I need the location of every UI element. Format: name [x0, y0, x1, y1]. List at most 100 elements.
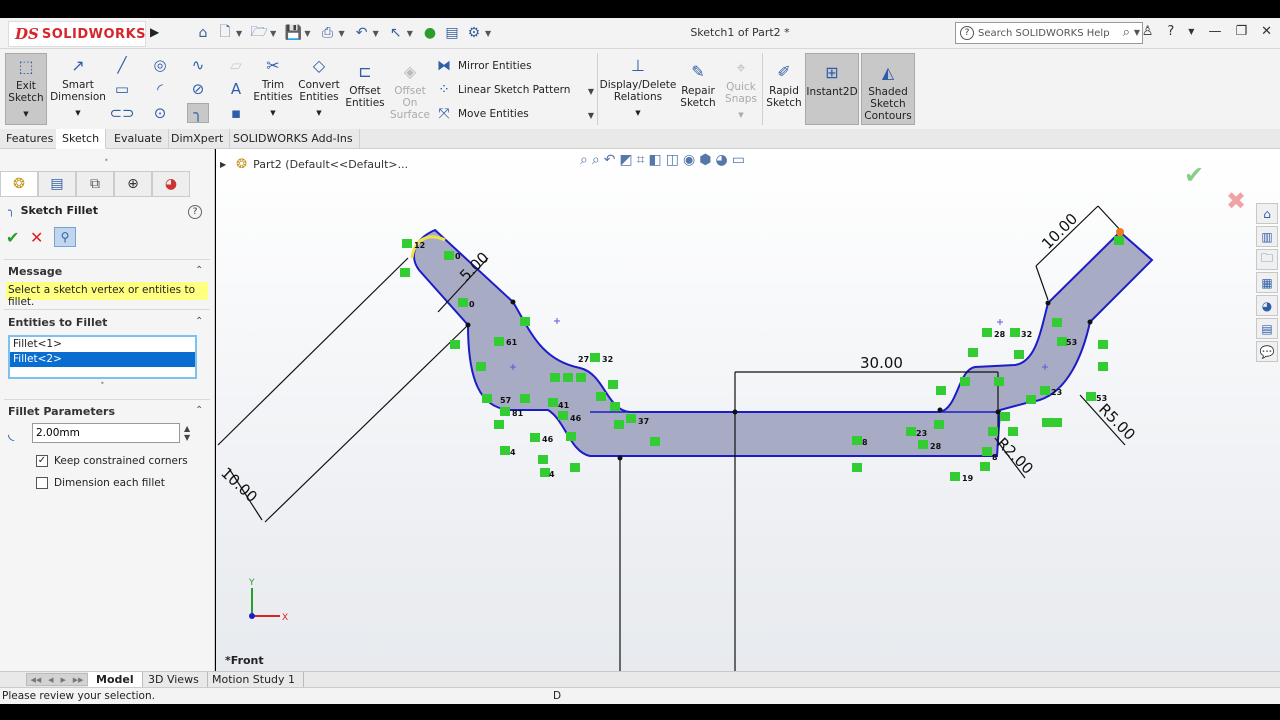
save-icon[interactable]: 💾: [282, 22, 304, 44]
help-search-box[interactable]: ? Search SOLIDWORKS Help ⌕ ▼: [955, 22, 1143, 44]
repair-sketch-button[interactable]: ✎ Repair Sketch: [678, 61, 718, 110]
ok-check-icon[interactable]: ✔: [6, 228, 24, 247]
dimension-each-checkbox[interactable]: [36, 477, 48, 489]
traffic-light-icon[interactable]: ●: [419, 22, 441, 44]
chevron-down-icon[interactable]: ▼: [75, 107, 80, 119]
point-icon[interactable]: ▪: [225, 103, 247, 123]
search-icon[interactable]: ⌕: [1123, 25, 1130, 40]
restore-icon[interactable]: ❐: [1235, 24, 1247, 39]
help-question-icon[interactable]: ?: [1167, 24, 1174, 39]
home-icon[interactable]: ⌂: [192, 22, 214, 44]
list-resize-grip[interactable]: •: [100, 379, 105, 388]
surface-icon[interactable]: ▱: [225, 55, 247, 75]
sketch-canvas[interactable]: 12 0 0 61 57 81 41 46 46 4 4 37 27 32 28…: [216, 149, 1280, 671]
exit-sketch-button[interactable]: ⬚ Exit Sketch ▼: [5, 53, 47, 125]
highlight-vertex[interactable]: [1116, 228, 1124, 236]
tab-3d-views[interactable]: 3D Views: [140, 672, 208, 687]
tab-scroll-arrows[interactable]: ◀◀ ◀ ▶ ▶▶: [26, 673, 88, 686]
chevron-down-icon[interactable]: ▼: [580, 105, 602, 125]
spline-icon[interactable]: ∿: [187, 55, 209, 75]
tab-model[interactable]: Model: [88, 672, 143, 687]
arc-icon[interactable]: ◜: [149, 79, 171, 99]
chevron-down-icon[interactable]: ▼: [485, 29, 491, 38]
dimension-each-row[interactable]: Dimension each fillet: [36, 477, 165, 489]
print-icon[interactable]: ⎙: [316, 22, 338, 44]
chevron-down-icon[interactable]: ▼: [236, 29, 242, 38]
select-cursor-icon[interactable]: ↖: [385, 22, 407, 44]
chevron-down-icon[interactable]: ▼: [270, 107, 275, 119]
tab-evaluate[interactable]: Evaluate: [108, 129, 170, 149]
trim-entities-button[interactable]: ✂ Trim Entities ▼: [252, 55, 294, 119]
message-group-title[interactable]: Message: [8, 265, 62, 278]
chevron-down-icon[interactable]: ▼: [1188, 27, 1194, 36]
chevron-down-icon[interactable]: ▼: [635, 107, 640, 119]
options-gear-icon[interactable]: ⚙: [463, 22, 485, 44]
configuration-manager-icon[interactable]: ⧉: [76, 171, 114, 197]
file-properties-icon[interactable]: ▤: [441, 22, 463, 44]
undo-icon[interactable]: ↶: [351, 22, 373, 44]
tab-addins[interactable]: SOLIDWORKS Add-Ins: [227, 129, 360, 149]
close-icon[interactable]: ✕: [1261, 24, 1272, 39]
keep-corners-row[interactable]: ✓ Keep constrained corners: [36, 455, 188, 467]
shaded-sketch-contours-button[interactable]: ◭ Shaded Sketch Contours: [861, 53, 915, 125]
mirror-entities-button[interactable]: ⧓ Mirror Entities: [434, 58, 532, 74]
move-entities-button[interactable]: ⤧ Move Entities: [434, 106, 528, 122]
user-icon[interactable]: ♙: [1142, 24, 1154, 39]
quick-snaps-button[interactable]: ⌖ Quick Snaps ▼: [722, 57, 760, 121]
offset-on-surface-button[interactable]: ◈ Offset On Surface: [390, 61, 430, 122]
display-manager-icon[interactable]: ◕: [152, 171, 190, 197]
cancel-x-icon[interactable]: ✕: [30, 228, 48, 247]
panel-grip[interactable]: •: [104, 156, 109, 165]
chevron-down-icon[interactable]: ▼: [23, 108, 28, 120]
menu-expand-icon[interactable]: ▶: [150, 25, 159, 39]
tab-sketch[interactable]: Sketch: [56, 129, 107, 149]
chevron-up-icon[interactable]: ⌃: [195, 316, 203, 327]
polygon-icon[interactable]: ⊙: [149, 103, 171, 123]
entities-group-title[interactable]: Entities to Fillet: [8, 316, 107, 329]
dimxpert-manager-icon[interactable]: ⊕: [114, 171, 152, 197]
graphics-area[interactable]: ▶ ❂ Part2 (Default<<Default>... ⌕ ⌕ ↶ ◩ …: [216, 149, 1280, 671]
solidworks-logo[interactable]: DS SOLIDWORKS: [8, 21, 146, 47]
text-icon[interactable]: A: [225, 79, 247, 99]
chevron-down-icon[interactable]: ▼: [304, 29, 310, 38]
instant2d-button[interactable]: ⊞ Instant2D: [805, 53, 859, 125]
chevron-up-icon[interactable]: ⌃: [195, 405, 203, 416]
chevron-down-icon[interactable]: ▼: [407, 29, 413, 38]
sketch-fillet-icon[interactable]: ╮: [187, 103, 209, 123]
tab-features[interactable]: Features: [0, 129, 61, 149]
minimize-icon[interactable]: —: [1208, 24, 1221, 39]
sketch-profile[interactable]: [413, 228, 1154, 457]
linear-sketch-pattern-button[interactable]: ⁘ Linear Sketch Pattern: [434, 82, 570, 98]
convert-entities-button[interactable]: ◇ Convert Entities ▼: [296, 55, 342, 119]
chevron-up-icon[interactable]: ⌃: [195, 265, 203, 276]
keep-corners-checkbox[interactable]: ✓: [36, 455, 48, 467]
offset-entities-button[interactable]: ⊏ Offset Entities: [344, 61, 386, 110]
tab-dimxpert[interactable]: DimXpert: [165, 129, 231, 149]
dimension-texts[interactable]: 5.00 10.00 30.00 10.00 R5.00 R2.00: [217, 210, 1139, 506]
chevron-down-icon[interactable]: ▼: [373, 29, 379, 38]
slot-icon[interactable]: ⊂⊃: [109, 103, 134, 123]
rectangle-icon[interactable]: ▭: [111, 79, 133, 99]
tab-motion-study[interactable]: Motion Study 1: [204, 672, 305, 687]
open-folder-icon[interactable]: 🗁: [248, 22, 270, 44]
fillet-radius-input[interactable]: [32, 423, 180, 443]
feature-manager-icon[interactable]: ❂: [0, 171, 38, 197]
radius-spinner[interactable]: ▲ ▼: [184, 424, 190, 442]
chevron-down-icon[interactable]: ▼: [338, 29, 344, 38]
new-document-icon[interactable]: 🗋: [214, 22, 236, 44]
chevron-down-icon[interactable]: ▼: [1134, 28, 1140, 37]
list-item[interactable]: Fillet<1>: [10, 337, 195, 352]
params-group-title[interactable]: Fillet Parameters: [8, 405, 115, 418]
display-delete-relations-button[interactable]: ⊥ Display/Delete Relations ▼: [600, 55, 677, 119]
chevron-down-icon[interactable]: ▼: [738, 109, 743, 121]
entities-list[interactable]: Fillet<1> Fillet<2>: [8, 335, 197, 379]
pushpin-icon[interactable]: ⚲: [54, 227, 76, 247]
list-item-selected[interactable]: Fillet<2>: [10, 352, 195, 367]
pm-help-icon[interactable]: ?: [188, 205, 202, 219]
circle-icon[interactable]: ◎: [149, 55, 171, 75]
chevron-down-icon[interactable]: ▼: [316, 107, 321, 119]
line-icon[interactable]: ╱: [111, 55, 133, 75]
chevron-down-icon[interactable]: ▼: [270, 29, 276, 38]
rapid-sketch-button[interactable]: ✐ Rapid Sketch: [764, 61, 804, 110]
property-manager-icon[interactable]: ▤: [38, 171, 76, 197]
